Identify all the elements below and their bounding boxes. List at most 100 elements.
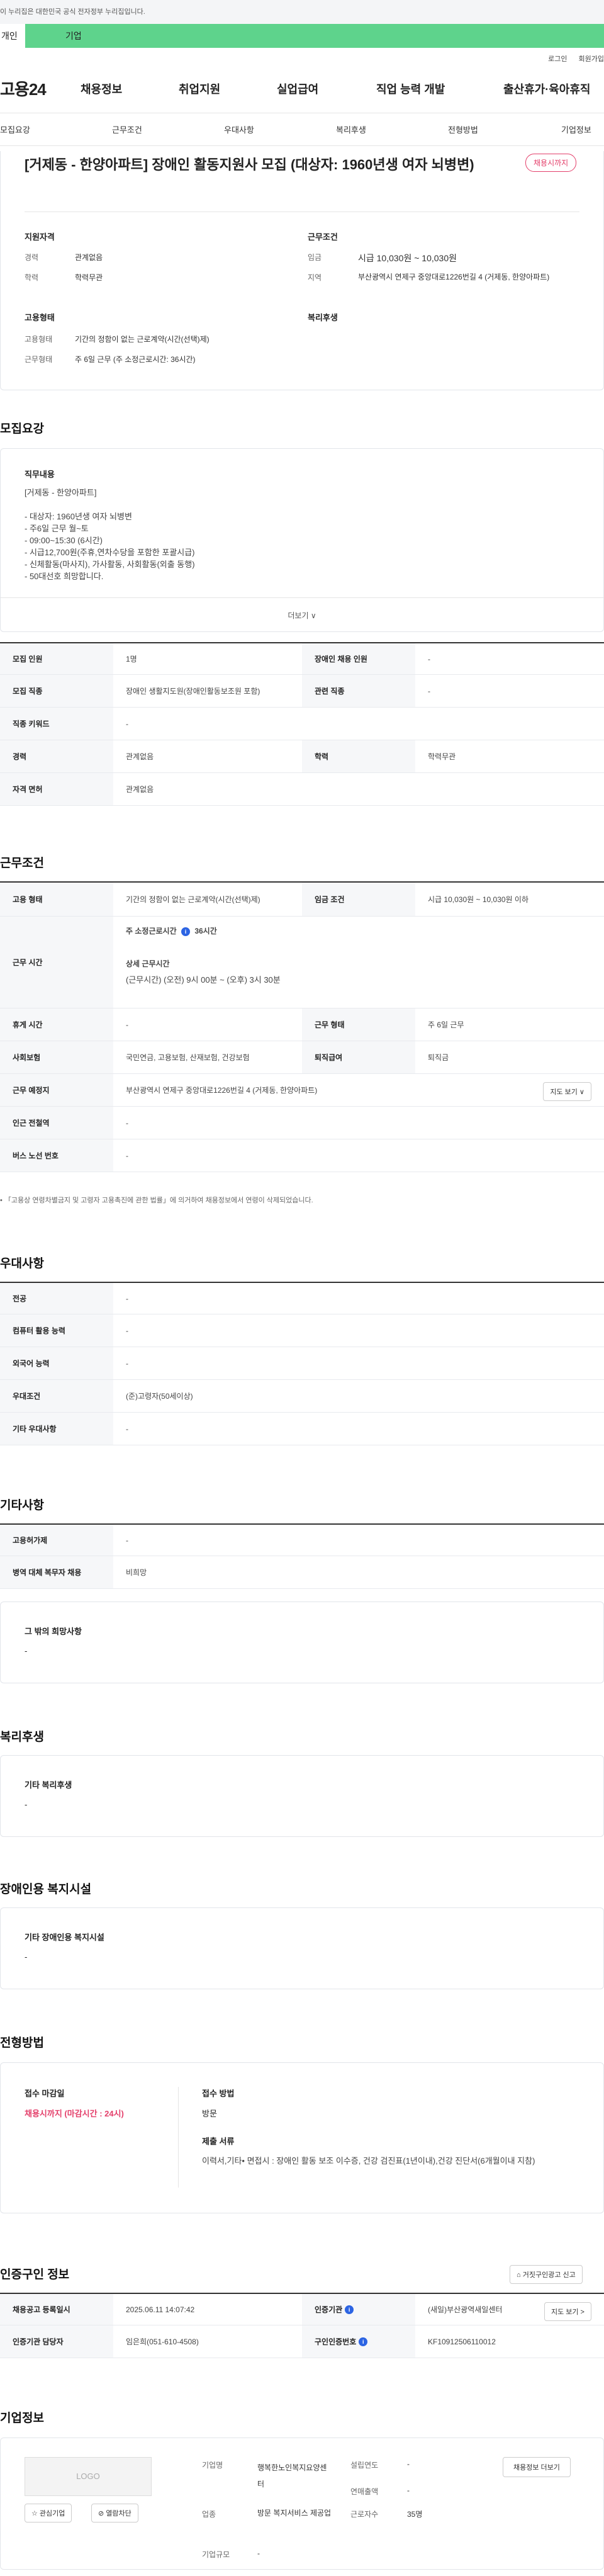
screen-box: 접수 마감일 채용시까지 (마감시간 : 24시) 접수 방법 방문 제출 서류… — [0, 2062, 604, 2213]
recruit-row-keyword: 직종 키워드 - — [0, 708, 604, 740]
work-row-bus: 버스 노선 번호 - — [0, 1139, 604, 1172]
company-jobs-button[interactable]: 채용정보 더보기 — [503, 2457, 571, 2477]
pref-row-major: 전공 - — [0, 1282, 604, 1314]
cert-row-2: 인증기관 담당자 임은희(051-610-4508) 구인인증번호 i KF109… — [0, 2325, 604, 2358]
company-logo: LOGO — [25, 2457, 152, 2496]
row-label: 인증기관 i — [302, 2294, 415, 2325]
box-heading: 기타 장애인용 복지시설 — [25, 1933, 104, 1942]
sales-label: 연매출액 — [350, 2487, 379, 2496]
age-note: • 「고용상 연령차별금지 및 고령자 고용촉진에 관한 법률」에 의거하여 채… — [0, 1197, 313, 1204]
etc-wish-box: 그 밖의 희망사항 - — [0, 1602, 604, 1683]
region-label: 지역 — [308, 273, 322, 282]
wage-value: 시급 10,030원 ~ 10,030원 — [358, 253, 457, 263]
row-label: 근무 형태 — [302, 1008, 415, 1041]
gnb-item-training[interactable]: 직업 능력 개발 — [376, 81, 445, 97]
industry-label: 업종 — [202, 2510, 216, 2519]
row-value: (준)고령자(50세이상) — [126, 1392, 193, 1401]
info-icon[interactable]: i — [345, 2305, 354, 2314]
job-desc-heading: 직무내용 — [25, 470, 55, 479]
cert-map-button[interactable]: 지도 보기 > — [544, 2302, 591, 2321]
cert-row-1: 채용공고 등록일시 2025.06.11 14:07:42 인증기관 i (새일)… — [0, 2293, 604, 2325]
company-box: LOGO ☆ 관심기업 ⊘ 열람차단 기업명 행복한노인복지요양센터 업종 방문… — [0, 2438, 604, 2570]
row-value: - — [126, 1118, 128, 1127]
hours-week-label: 주 소정근로시간 — [126, 927, 177, 935]
row-value: - — [126, 1151, 128, 1160]
anchor-screening[interactable]: 전형방법 — [448, 123, 478, 135]
screen-divider — [178, 2087, 179, 2188]
tab-personal[interactable]: 개인 — [0, 24, 25, 48]
edu-label: 학력 — [25, 273, 39, 282]
row-value: 주 6일 근무 — [428, 1020, 464, 1029]
anchor-recruit[interactable]: 모집요강 — [0, 123, 30, 135]
size-label: 기업규모 — [202, 2550, 230, 2559]
user-type-tabs: 개인 기업 — [0, 24, 604, 48]
row-label: 우대조건 — [0, 1380, 113, 1412]
row-label: 병역 대체 복무자 채용 — [0, 1556, 113, 1588]
row-value: 기간의 정함이 없는 근로계약(시간(선택)제) — [126, 895, 260, 904]
info-icon[interactable]: i — [181, 927, 190, 936]
work-row-location: 근무 예정지 부산광역시 연제구 중앙대로1226번길 4 (거제동, 한양아파… — [0, 1074, 604, 1107]
row-value: - — [126, 719, 128, 728]
anchor-work[interactable]: 근무조건 — [112, 123, 142, 135]
region-value: 부산광역시 연제구 중앙대로1226번길 4 (거제동, 한양아파트) — [358, 273, 550, 281]
row-label: 모집 인원 — [0, 643, 113, 674]
report-button[interactable]: ⌂ 거짓구인광고 신고 — [510, 2265, 583, 2284]
gnb-item-parental-leave[interactable]: 출산휴가·육아휴직 — [503, 81, 590, 97]
page-title: [거제동 - 한양아파트] 장애인 활동지원사 모집 (대상자: 1960년생 … — [25, 157, 474, 172]
status-badge: 채용시까지 — [525, 154, 577, 172]
info-icon[interactable]: i — [359, 2337, 368, 2346]
more-divider — [1, 597, 603, 598]
box-heading: 기타 복리후생 — [25, 1780, 72, 1790]
career-label: 경력 — [25, 253, 39, 262]
row-value: 시급 10,030원 ~ 10,030원 이하 — [428, 895, 528, 904]
gnb-item-unemployment[interactable]: 실업급여 — [277, 81, 318, 97]
row-value: - — [428, 686, 430, 696]
welfare-title: 복리후생 — [0, 1731, 44, 1744]
more-button[interactable]: 더보기 ∨ — [1, 610, 603, 621]
gnb-item-jobs[interactable]: 채용정보 — [81, 81, 122, 97]
pref-row-language: 외국어 능력 - — [0, 1347, 604, 1380]
employees-value: 35명 — [407, 2510, 423, 2519]
docs-value: 이력서,기타• 면접시 : 장애인 활동 보조 이수증, 건강 검진표(1년이내… — [202, 2156, 535, 2166]
row-value: - — [126, 1424, 128, 1433]
hours-cell: 주 소정근로시간 i 36시간 상세 근무시간 (근무시간) (오전) 9시 0… — [113, 917, 604, 1008]
row-label: 모집 직종 — [0, 675, 113, 707]
tab-company[interactable]: 기업 — [25, 24, 604, 48]
edu-value: 학력무관 — [75, 273, 103, 282]
anchor-company[interactable]: 기업정보 — [561, 123, 591, 135]
hours-week-value: 36시간 — [194, 927, 217, 935]
company-name-label: 기업명 — [202, 2461, 223, 2470]
row-label: 직종 키워드 — [0, 708, 113, 740]
wtime-value: 주 6일 근무 (주 소정근로시간: 36시간) — [75, 355, 196, 364]
row-value: KF10912506110012 — [428, 2337, 496, 2346]
anchor-pref[interactable]: 우대사항 — [224, 123, 254, 135]
fav-company-button[interactable]: ☆ 관심기업 — [25, 2504, 72, 2522]
row-label: 기타 우대사항 — [0, 1413, 113, 1445]
util-links: 로그인 회원가입 — [0, 48, 604, 64]
career-value: 관계없음 — [75, 253, 103, 262]
site-logo[interactable]: 고용24 — [0, 77, 76, 100]
gnb-item-employment-support[interactable]: 취업지원 — [179, 81, 220, 97]
deadline-value: 채용시까지 (마감시간 : 24시) — [25, 2109, 124, 2118]
recruit-row-occupation: 모집 직종 장애인 생활지도원(장애인활동보조원 포함) 관련 직종 - — [0, 675, 604, 708]
recruit-row-career: 경력 관계없음 학력 학력무관 — [0, 740, 604, 773]
anchor-nav: 모집요강 근무조건 우대사항 복리후생 전형방법 기업정보 — [0, 113, 604, 146]
signup-link[interactable]: 회원가입 — [579, 55, 604, 63]
row-value: 국민연금, 고용보험, 산재보험, 건강보험 — [126, 1053, 250, 1062]
map-button[interactable]: 지도 보기 ∨ — [543, 1082, 591, 1101]
pref-row-other: 기타 우대사항 - — [0, 1413, 604, 1445]
row-label: 구인인증번호 i — [302, 2325, 415, 2358]
method-value: 방문 — [202, 2109, 217, 2118]
anchor-welfare[interactable]: 복리후생 — [336, 123, 366, 135]
disab-box: 기타 장애인용 복지시설 - — [0, 1907, 604, 1989]
block-company-button[interactable]: ⊘ 열람차단 — [91, 2504, 138, 2522]
emp-heading: 고용형태 — [25, 313, 55, 322]
sales-value: - — [407, 2486, 410, 2495]
login-link[interactable]: 로그인 — [548, 55, 567, 63]
size-value: - — [257, 2549, 260, 2558]
disab-title: 장애인용 복지시설 — [0, 1883, 92, 1896]
deadline-heading: 접수 마감일 — [25, 2089, 65, 2098]
year-label: 설립연도 — [350, 2461, 379, 2470]
welfare-box: 기타 복리후생 - — [0, 1755, 604, 1837]
row-value: 비희망 — [126, 1568, 147, 1577]
